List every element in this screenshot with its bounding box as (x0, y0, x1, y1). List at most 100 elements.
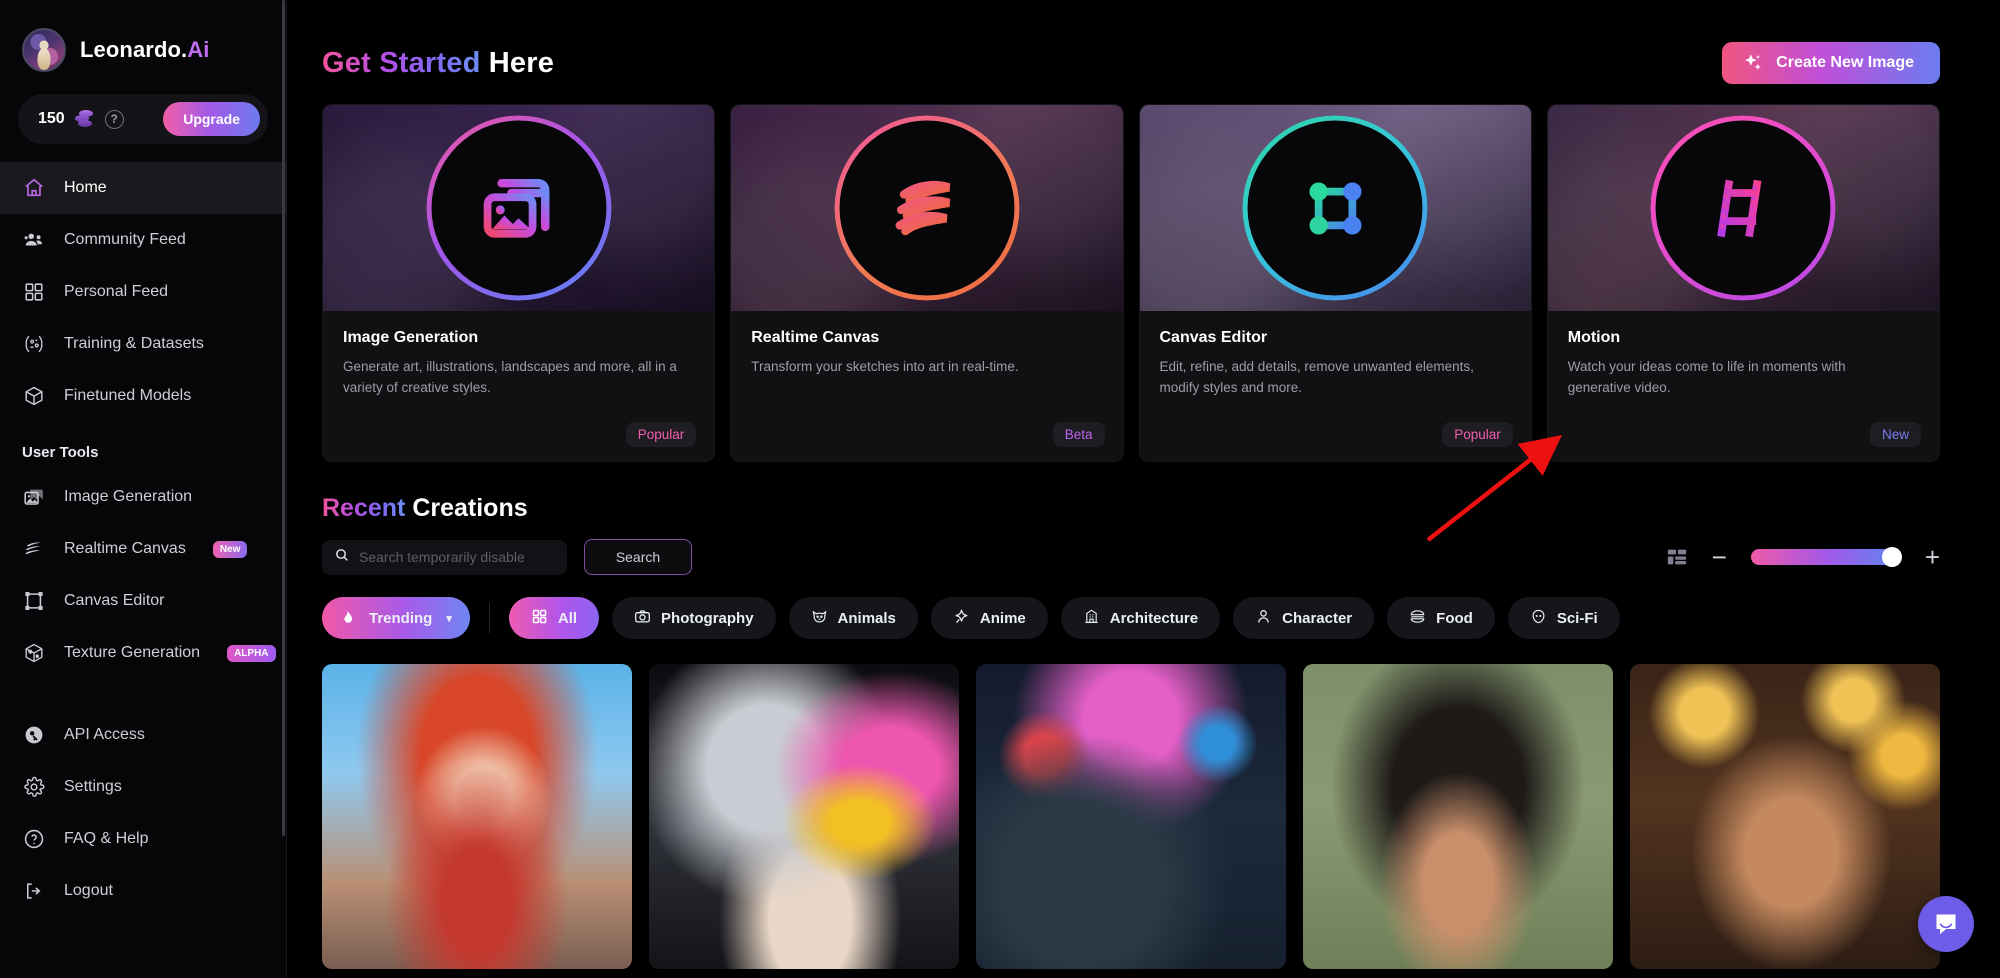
training-icon (22, 332, 46, 356)
question-icon (22, 827, 46, 851)
sidebar-item-settings[interactable]: Settings (0, 761, 286, 813)
main-content: Get Started Here Create New Image Image … (287, 0, 2000, 978)
chip-label: Photography (661, 609, 754, 627)
sort-label: Trending (369, 609, 433, 627)
gallery-item[interactable] (976, 664, 1286, 969)
sidebar-badge-alpha: ALPHA (227, 644, 276, 662)
upgrade-button[interactable]: Upgrade (163, 102, 260, 136)
view-controls: − + (1666, 544, 1940, 570)
sidebar-item-realtime-canvas[interactable]: Realtime Canvas New (0, 523, 286, 575)
sidebar-item-api-access[interactable]: API Access (0, 709, 286, 761)
sidebar-item-finetuned-models[interactable]: Finetuned Models (0, 370, 286, 422)
brand-name-main: Leonardo. (80, 37, 188, 62)
sidebar-item-canvas-editor[interactable]: Canvas Editor (0, 575, 286, 627)
filter-chip-sci-fi[interactable]: Sci-Fi (1507, 597, 1620, 639)
page-title-accent: Get Started (322, 46, 481, 79)
sidebar-item-label: API Access (64, 726, 145, 743)
sidebar-item-label: Personal Feed (64, 283, 169, 300)
app-root: Leonardo.Ai 150 ? Upgrade Home Community… (0, 0, 2000, 978)
feature-card-motion[interactable]: Motion Watch your ideas come to life in … (1546, 104, 1940, 462)
zoom-in-button[interactable]: + (1925, 544, 1940, 570)
cube-icon (22, 384, 46, 408)
create-new-image-button[interactable]: Create New Image (1722, 42, 1940, 84)
search-input[interactable] (359, 549, 555, 565)
sidebar-item-label: FAQ & Help (64, 830, 149, 847)
home-icon (22, 176, 46, 200)
card-tag: Popular (625, 422, 697, 447)
page-header: Get Started Here Create New Image (287, 0, 2000, 84)
gallery-item[interactable] (1303, 664, 1613, 969)
realtime-icon (22, 537, 46, 561)
realtime-swoosh-icon (839, 120, 1015, 296)
sidebar-badge-new: New (212, 540, 248, 558)
gear-icon (22, 775, 46, 799)
sort-trending-dropdown[interactable]: Trending ▾ (322, 597, 470, 639)
recent-creations-header: Recent Creations (287, 462, 2000, 523)
gallery-item[interactable] (1630, 664, 1940, 969)
image-stack-icon (431, 120, 607, 296)
sidebar: Leonardo.Ai 150 ? Upgrade Home Community… (0, 0, 287, 978)
help-circle-icon[interactable]: ? (104, 109, 124, 129)
sidebar-item-faq-help[interactable]: FAQ & Help (0, 813, 286, 865)
filter-chip-architecture[interactable]: Architecture (1060, 597, 1221, 639)
sidebar-item-training-datasets[interactable]: Training & Datasets (0, 318, 286, 370)
card-tag: Popular (1442, 422, 1513, 447)
credits-bar: 150 ? Upgrade (18, 94, 268, 144)
chat-bubble-icon[interactable] (1918, 896, 1974, 952)
filter-chip-all[interactable]: All (508, 597, 600, 639)
card-thumbnail (323, 105, 715, 311)
sidebar-item-label: Image Generation (64, 488, 193, 505)
sidebar-item-label: Realtime Canvas (64, 540, 186, 557)
sidebar-item-label: Training & Datasets (64, 335, 204, 352)
card-thumbnail (1547, 105, 1939, 311)
gallery-item[interactable] (649, 664, 959, 969)
page-title: Get Started Here (322, 47, 554, 80)
sidebar-item-image-generation[interactable]: Image Generation (0, 471, 286, 523)
feature-card-canvas-editor[interactable]: Canvas Editor Edit, refine, add details,… (1138, 104, 1532, 462)
coins-icon (74, 110, 95, 128)
zoom-slider-knob[interactable] (1881, 547, 1902, 567)
filter-chip-row: Trending ▾ All Photography Animals Anime… (287, 575, 2000, 639)
sidebar-item-home[interactable]: Home (0, 162, 286, 214)
feature-card-image-generation[interactable]: Image Generation Generate art, illustrat… (322, 104, 716, 462)
sidebar-scrollbar[interactable] (282, 0, 285, 836)
zoom-out-button[interactable]: − (1712, 544, 1727, 570)
grid-icon (22, 280, 46, 304)
sidebar-item-community-feed[interactable]: Community Feed (0, 214, 286, 266)
card-body: Image Generation Generate art, illustrat… (323, 311, 714, 461)
sidebar-item-label: Texture Generation (64, 644, 201, 661)
chip-label: Sci-Fi (1556, 609, 1598, 627)
recent-creations-title: Recent Creations (322, 494, 1940, 523)
chip-divider (488, 603, 490, 633)
filter-chip-food[interactable]: Food (1387, 597, 1495, 639)
texture-icon (22, 641, 46, 665)
sidebar-item-label: Home (64, 179, 107, 196)
grid-small-icon (531, 608, 548, 629)
brand[interactable]: Leonardo.Ai (0, 0, 286, 72)
zoom-slider[interactable] (1750, 547, 1902, 567)
chip-label: Animals (837, 609, 896, 627)
anime-star-icon (953, 608, 970, 629)
card-title: Realtime Canvas (751, 329, 880, 346)
recent-title-rest: Creations (405, 494, 528, 522)
filter-chip-photography[interactable]: Photography (612, 597, 776, 639)
card-body: Canvas Editor Edit, refine, add details,… (1140, 311, 1531, 461)
people-icon (22, 228, 46, 252)
feature-card-realtime-canvas[interactable]: Realtime Canvas Transform your sketches … (730, 104, 1124, 462)
sidebar-item-personal-feed[interactable]: Personal Feed (0, 266, 286, 318)
sidebar-item-texture-generation[interactable]: Texture Generation ALPHA (0, 627, 286, 679)
sidebar-item-logout[interactable]: Logout (0, 865, 286, 917)
chip-label: Character (1282, 609, 1353, 627)
card-description: Edit, refine, add details, remove unwant… (1159, 359, 1474, 395)
search-button[interactable]: Search (584, 539, 692, 575)
filter-chip-anime[interactable]: Anime (930, 597, 1048, 639)
filter-chip-character[interactable]: Character (1233, 597, 1375, 639)
card-title: Canvas Editor (1159, 329, 1268, 346)
layout-toggle-icon[interactable] (1666, 547, 1688, 567)
sidebar-nav: Home Community Feed Personal Feed Traini… (0, 162, 286, 917)
card-title: Motion (1567, 329, 1621, 346)
gallery-item[interactable] (322, 664, 632, 969)
filter-chip-animals[interactable]: Animals (788, 597, 918, 639)
search-box[interactable] (322, 539, 567, 575)
sidebar-item-label: Finetuned Models (64, 387, 192, 404)
